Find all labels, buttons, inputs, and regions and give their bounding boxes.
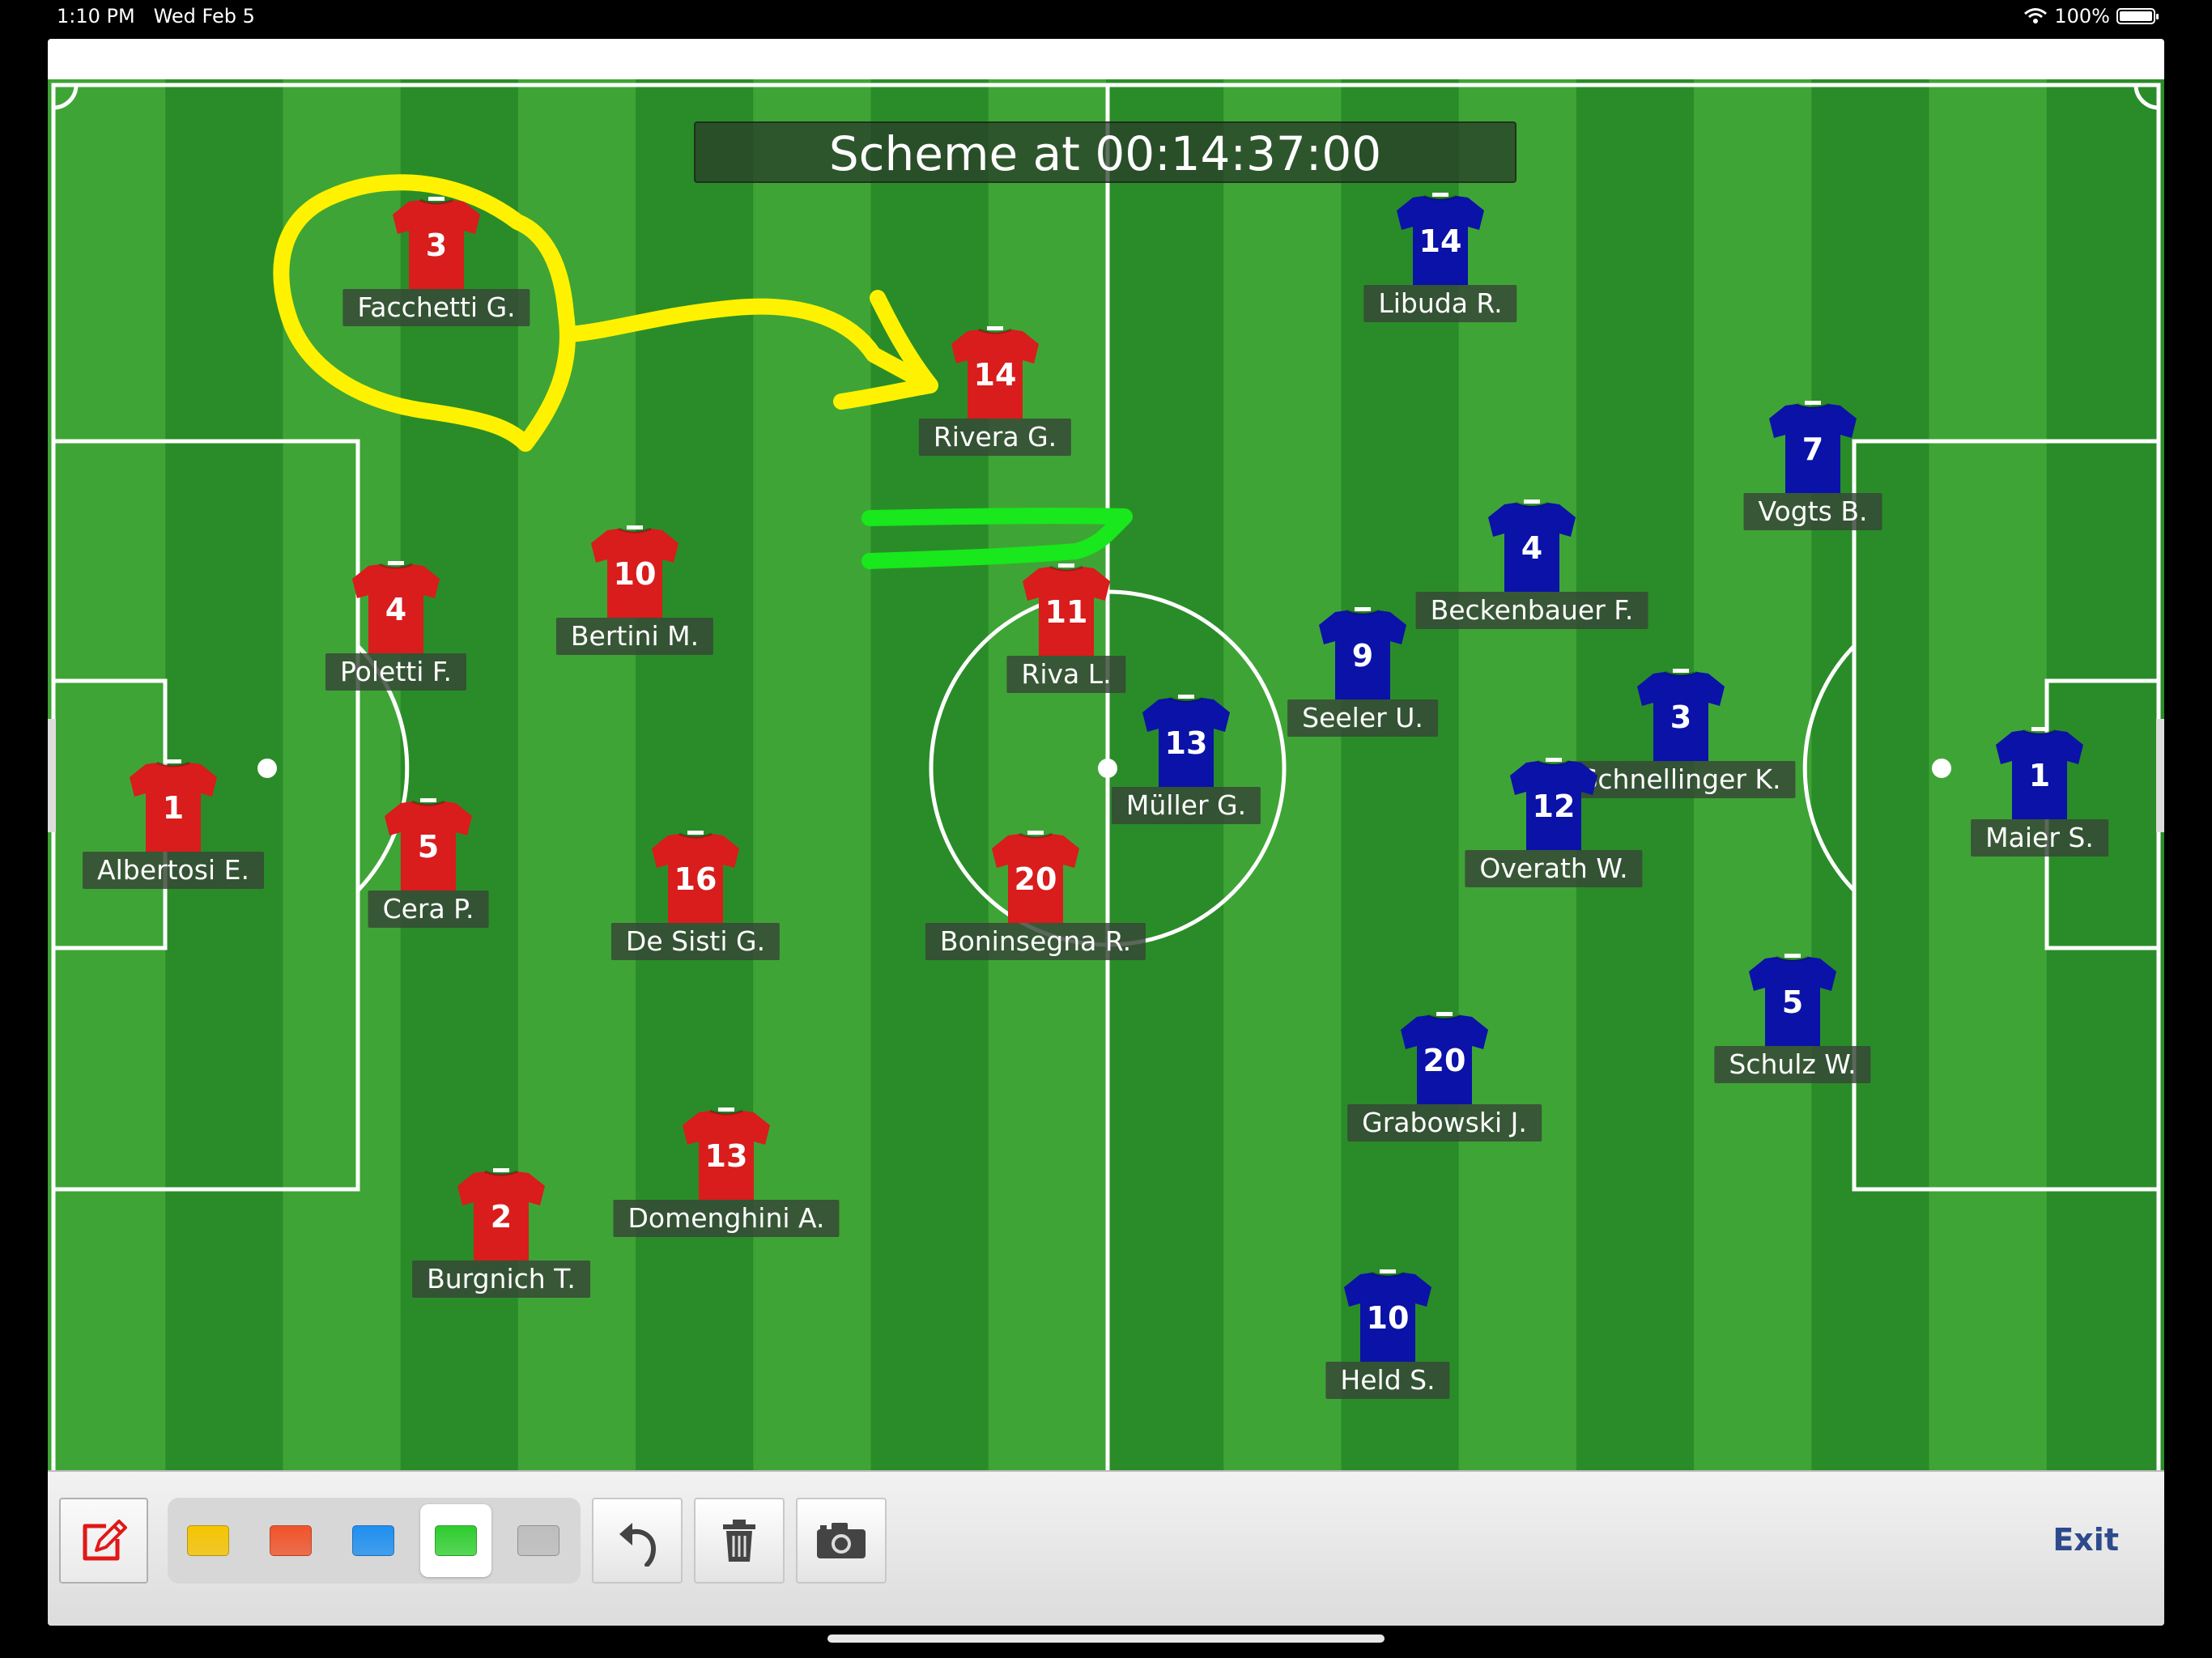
blue-player[interactable]: 4 Beckenbauer F. xyxy=(1415,500,1648,637)
player-number: 5 xyxy=(1781,984,1804,1020)
player-number: 9 xyxy=(1351,638,1374,674)
player-number: 10 xyxy=(613,556,657,592)
red-player[interactable]: 16 De Sisti G. xyxy=(598,831,793,968)
swatch-orange-button[interactable] xyxy=(255,1504,326,1577)
status-bar: 1:10 PM Wed Feb 5 100% xyxy=(0,0,2212,36)
player-name-label: Maier S. xyxy=(1971,819,2108,857)
player-name-label: Domenghini A. xyxy=(613,1200,840,1237)
red-player[interactable]: 11 Riva L. xyxy=(969,563,1163,701)
red-player[interactable]: 20 Boninsegna R. xyxy=(925,831,1146,968)
blue-player[interactable]: 1 Maier S. xyxy=(1942,727,2137,865)
player-number: 12 xyxy=(1532,789,1576,824)
player-name-label: Rivera G. xyxy=(918,419,1072,456)
player-name-label: Overath W. xyxy=(1465,850,1643,887)
red-player[interactable]: 3 Facchetti G. xyxy=(339,197,534,334)
player-number: 2 xyxy=(490,1199,513,1235)
exit-button[interactable]: Exit xyxy=(2052,1522,2119,1558)
player-number: 4 xyxy=(385,592,407,627)
player-name-label: Schulz W. xyxy=(1714,1046,1871,1083)
app-window: Scheme at 00:14:37:00 1 Albertosi E. 3 Facc… xyxy=(48,39,2164,1626)
red-player[interactable]: 5 Cera P. xyxy=(331,798,525,936)
red-player[interactable]: 13 Domenghini A. xyxy=(613,1107,840,1245)
player-name-label: Libuda R. xyxy=(1363,285,1517,322)
swatch-orange-icon xyxy=(270,1525,312,1556)
red-player[interactable]: 10 Bertini M. xyxy=(538,525,732,663)
blue-player[interactable]: 10 Held S. xyxy=(1291,1269,1485,1407)
player-name-label: Poletti F. xyxy=(325,653,467,691)
player-name-label: De Sisti G. xyxy=(610,923,781,960)
scheme-time-title: Scheme at 00:14:37:00 xyxy=(694,121,1516,183)
status-right: 100% xyxy=(2023,5,2159,28)
undo-icon xyxy=(619,1523,657,1567)
player-number: 20 xyxy=(1423,1043,1466,1078)
blue-player[interactable]: 5 Schulz W. xyxy=(1695,954,1890,1091)
red-player[interactable]: 1 Albertosi E. xyxy=(76,759,270,897)
player-number: 16 xyxy=(674,861,717,897)
player-number: 5 xyxy=(417,829,440,865)
drawing-toolbar: Exit xyxy=(48,1470,2164,1626)
player-number: 1 xyxy=(2028,758,2051,793)
red-player[interactable]: 2 Burgnich T. xyxy=(404,1168,598,1306)
player-name-label: Seeler U. xyxy=(1287,699,1438,737)
soccer-field[interactable]: Scheme at 00:14:37:00 1 Albertosi E. 3 Facc… xyxy=(48,79,2164,1509)
player-number: 3 xyxy=(1670,699,1692,735)
clear-drawing-button[interactable] xyxy=(694,1498,785,1584)
player-number: 3 xyxy=(425,227,448,263)
battery-icon xyxy=(2116,8,2159,24)
trash-icon xyxy=(723,1520,755,1562)
swatch-blue-icon xyxy=(352,1525,394,1556)
status-time: 1:10 PM Wed Feb 5 xyxy=(57,5,255,28)
player-number: 13 xyxy=(1164,725,1208,761)
player-name-label: Bertini M. xyxy=(555,618,714,655)
wifi-icon xyxy=(2024,8,2048,23)
player-number: 4 xyxy=(1521,530,1543,566)
color-palette xyxy=(168,1498,581,1584)
swatch-yellow-icon xyxy=(187,1525,229,1556)
player-name-label: Beckenbauer F. xyxy=(1415,592,1648,629)
draw-mode-button[interactable] xyxy=(59,1498,148,1584)
swatch-gray-icon xyxy=(517,1525,559,1556)
player-name-label: Vogts B. xyxy=(1743,493,1882,530)
player-number: 1 xyxy=(162,790,185,826)
edit-icon xyxy=(83,1520,127,1561)
player-name-label: Boninsegna R. xyxy=(925,923,1146,960)
swatch-green-icon xyxy=(435,1525,477,1556)
player-number: 14 xyxy=(973,357,1017,393)
player-name-label: Burgnich T. xyxy=(412,1261,590,1298)
swatch-green-button[interactable] xyxy=(420,1504,491,1577)
player-name-label: Riva L. xyxy=(1006,656,1126,693)
player-name-label: Facchetti G. xyxy=(342,289,530,326)
player-number: 13 xyxy=(704,1138,748,1174)
blue-player[interactable]: 7 Vogts B. xyxy=(1716,401,1910,538)
swatch-gray-button[interactable] xyxy=(503,1504,574,1577)
undo-button[interactable] xyxy=(592,1498,683,1584)
player-number: 7 xyxy=(1802,432,1824,467)
blue-player[interactable]: 12 Overath W. xyxy=(1457,758,1651,895)
player-number: 20 xyxy=(1014,861,1057,897)
player-name-label: Grabowski J. xyxy=(1347,1104,1542,1141)
red-player[interactable]: 4 Poletti F. xyxy=(299,561,493,699)
player-name-label: Albertosi E. xyxy=(83,852,264,889)
player-number: 14 xyxy=(1419,223,1462,259)
swatch-blue-button[interactable] xyxy=(338,1504,409,1577)
home-indicator[interactable] xyxy=(827,1635,1385,1643)
player-number: 11 xyxy=(1044,594,1088,630)
swatch-yellow-button[interactable] xyxy=(172,1504,244,1577)
blue-player[interactable]: 14 Libuda R. xyxy=(1343,193,1538,330)
blue-player[interactable]: 13 Müller G. xyxy=(1089,695,1283,832)
screenshot-button[interactable] xyxy=(796,1498,887,1584)
battery-percent: 100% xyxy=(2054,5,2110,28)
camera-icon xyxy=(817,1523,866,1558)
player-name-label: Müller G. xyxy=(1111,787,1261,824)
red-player[interactable]: 14 Rivera G. xyxy=(898,326,1092,464)
blue-player[interactable]: 20 Grabowski J. xyxy=(1347,1012,1542,1150)
player-name-label: Cera P. xyxy=(368,891,489,928)
player-number: 10 xyxy=(1366,1300,1410,1336)
player-name-label: Held S. xyxy=(1325,1362,1450,1399)
